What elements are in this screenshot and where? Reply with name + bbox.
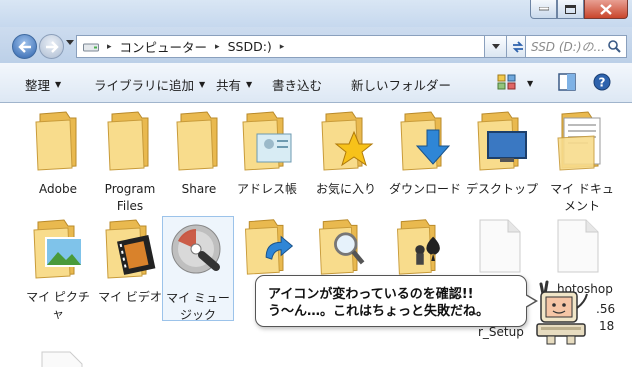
- favorites-folder-icon: [321, 111, 374, 171]
- bubble-line-1: アイコンが変わっているのを確認!!: [268, 287, 474, 302]
- drive-icon: [83, 43, 99, 51]
- partial-label: .56: [596, 302, 616, 316]
- item-label: デスクトップ: [466, 182, 539, 196]
- organize-label: 整理: [25, 78, 51, 93]
- folder-icon: [35, 111, 77, 171]
- search-placeholder: SSD (D:)の...: [531, 40, 605, 54]
- view-options-chevron-icon[interactable]: ▼: [527, 79, 533, 88]
- item-label: ダウンロード: [389, 182, 462, 196]
- maximize-icon: [565, 4, 576, 14]
- downloads-folder-icon: [400, 111, 451, 171]
- search-icon: [608, 40, 621, 53]
- folder-item-music[interactable]: マイ ミュージック: [162, 216, 234, 322]
- breadcrumb-separator: ▸: [279, 41, 285, 52]
- address-bar[interactable]: ▸ コンピューター ▸ SSDD:) ▸: [76, 35, 485, 58]
- item-label: マイ ビデオ: [98, 290, 162, 304]
- arrow-left-icon: [17, 40, 31, 53]
- title-bar: [0, 0, 632, 27]
- breadcrumb-computer[interactable]: コンピューター: [116, 37, 212, 56]
- close-icon: [600, 3, 612, 15]
- view-icon[interactable]: [497, 73, 517, 91]
- minimize-icon: [538, 7, 549, 11]
- computer-mascot-icon: [536, 280, 588, 345]
- search-folder-icon[interactable]: [312, 216, 372, 276]
- folder-item-favorites[interactable]: お気に入り: [310, 108, 382, 198]
- command-bar: 整理 ▼ ライブラリに追加 ▼ 共有 ▼ 書き込む 新しいフォルダー ▼ ?: [0, 63, 632, 103]
- refresh-icon: [512, 40, 523, 53]
- folder-icon: [176, 111, 218, 171]
- file-icon[interactable]: [36, 348, 88, 367]
- preview-pane-icon[interactable]: [558, 73, 576, 91]
- folder-item-documents[interactable]: マイ ドキュメント: [546, 108, 618, 215]
- bubble-line-2: う～ん…。これはちょっと失敗だね。: [268, 304, 490, 319]
- chevron-down-icon: ▼: [246, 80, 253, 89]
- item-label: Share: [181, 182, 217, 196]
- music-disc-icon: [171, 224, 221, 274]
- chevron-down-icon[interactable]: [66, 40, 74, 46]
- share-label: 共有: [216, 78, 242, 93]
- window-controls: [530, 0, 628, 19]
- forward-button[interactable]: [39, 34, 64, 59]
- new-folder-label: 新しいフォルダー: [351, 78, 452, 93]
- games-folder-icon[interactable]: [390, 216, 450, 276]
- item-label: お気に入り: [315, 182, 376, 196]
- partial-label: 18: [599, 319, 615, 333]
- item-label: マイ ピクチャ: [26, 290, 90, 321]
- share-button[interactable]: 共有 ▼: [216, 75, 252, 94]
- breadcrumb-separator: ▸: [107, 41, 112, 52]
- chevron-down-icon: [491, 43, 500, 49]
- burn-label: 書き込む: [272, 78, 323, 93]
- minimize-button[interactable]: [530, 0, 557, 19]
- maximize-button[interactable]: [557, 0, 584, 19]
- desktop-folder-icon: [477, 111, 527, 171]
- folder-item-pictures[interactable]: マイ ピクチャ: [22, 216, 94, 323]
- folder-item-downloads[interactable]: ダウンロード: [389, 108, 461, 198]
- close-button[interactable]: [584, 0, 628, 19]
- folder-item-desktop[interactable]: デスクトップ: [466, 108, 538, 198]
- chevron-down-icon: ▼: [199, 80, 206, 89]
- include-library-button[interactable]: ライブラリに追加 ▼: [94, 75, 205, 94]
- folder-icon[interactable]: [238, 216, 298, 276]
- contacts-folder-icon: [242, 111, 292, 171]
- back-button[interactable]: [12, 34, 37, 59]
- folder-item-share[interactable]: Share: [163, 108, 235, 198]
- include-library-label: ライブラリに追加: [94, 78, 195, 93]
- burn-button[interactable]: 書き込む: [272, 75, 322, 94]
- address-buttons: [485, 35, 529, 58]
- item-label: マイ ドキュメント: [550, 182, 614, 213]
- videos-folder-icon: [105, 219, 156, 279]
- item-label: アドレス帳: [236, 182, 297, 196]
- svg-text:?: ?: [599, 76, 606, 90]
- file-icon[interactable]: [552, 216, 604, 276]
- folder-item-videos[interactable]: マイ ビデオ: [94, 216, 166, 306]
- pictures-folder-icon: [33, 219, 83, 279]
- arrow-right-icon: [45, 40, 59, 53]
- breadcrumb-drive[interactable]: SSDD:): [224, 39, 276, 54]
- folder-item-program-files[interactable]: Program Files: [94, 108, 166, 215]
- breadcrumb-separator: ▸: [215, 41, 220, 52]
- folder-item-adobe[interactable]: Adobe: [22, 108, 94, 198]
- item-label: Program Files: [104, 182, 156, 213]
- search-input[interactable]: SSD (D:)の...: [525, 35, 627, 58]
- chevron-down-icon: ▼: [55, 80, 62, 89]
- item-label: マイ ミュージック: [166, 291, 230, 322]
- help-icon[interactable]: ?: [593, 73, 611, 91]
- file-icon[interactable]: [474, 216, 526, 276]
- documents-folder-icon: [557, 111, 601, 171]
- address-history-button[interactable]: [485, 35, 507, 58]
- organize-button[interactable]: 整理 ▼: [25, 75, 61, 94]
- address-row: ▸ コンピューター ▸ SSDD:) ▸ SSD (D:)の...: [0, 27, 632, 63]
- new-folder-button[interactable]: 新しいフォルダー: [351, 75, 451, 94]
- folder-icon: [107, 111, 149, 171]
- folder-item-contacts[interactable]: アドレス帳: [231, 108, 303, 198]
- speech-bubble: アイコンが変わっているのを確認!! う～ん…。これはちょっと失敗だね。: [255, 275, 538, 327]
- item-label: Adobe: [39, 182, 77, 196]
